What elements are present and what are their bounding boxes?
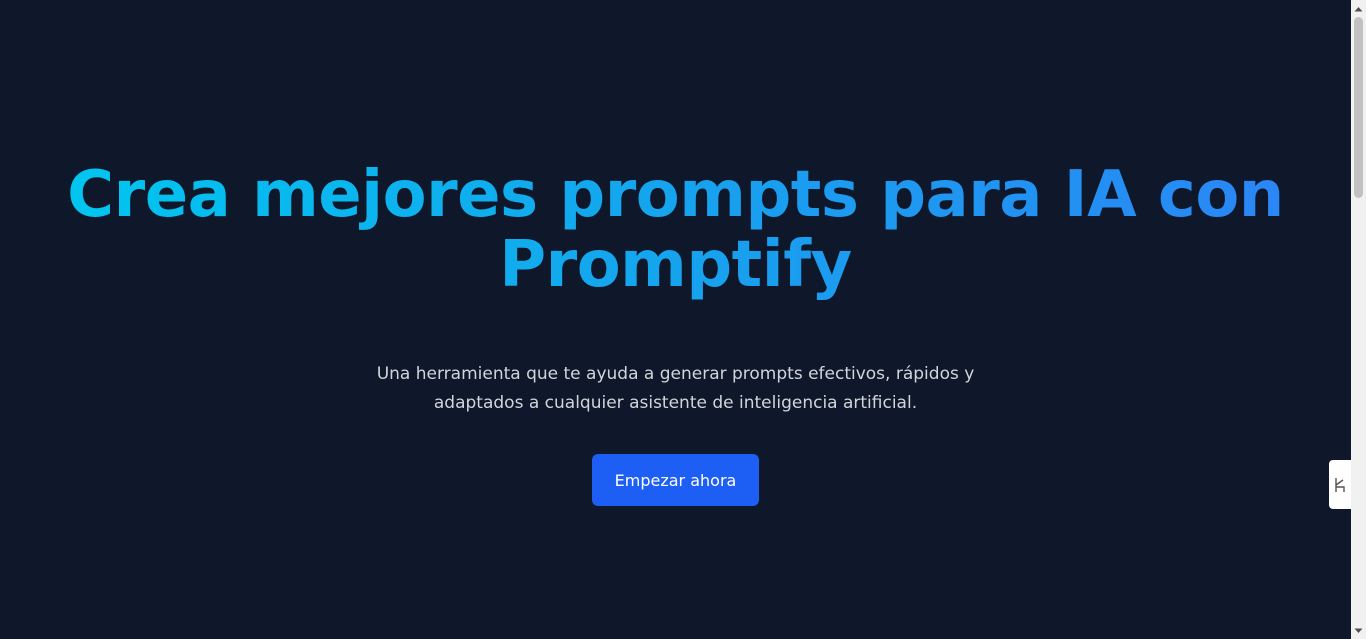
start-now-button[interactable]: Empezar ahora [592,454,759,506]
hero-title: Crea mejores prompts para IA con Prompti… [60,160,1291,302]
vertical-scrollbar[interactable] [1351,0,1366,639]
side-widget-tab[interactable] [1329,460,1351,509]
page: Crea mejores prompts para IA con Prompti… [0,0,1366,639]
scroll-up-icon[interactable] [1351,0,1366,17]
scrollbar-thumb[interactable] [1354,17,1363,198]
hero-section: Crea mejores prompts para IA con Prompti… [0,0,1351,639]
hero-subtitle: Una herramienta que te ayuda a generar p… [376,364,975,413]
scroll-down-icon[interactable] [1351,622,1366,639]
extension-handle-icon [1334,476,1346,494]
